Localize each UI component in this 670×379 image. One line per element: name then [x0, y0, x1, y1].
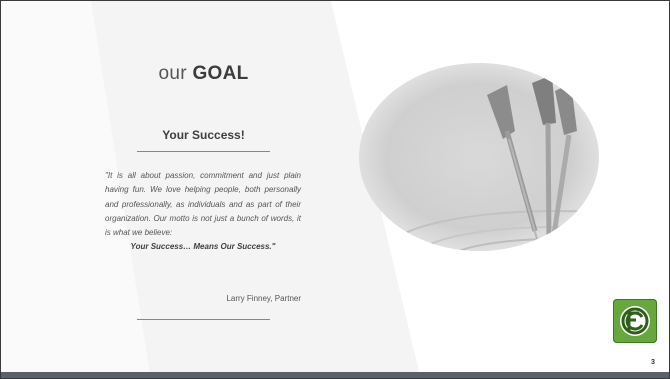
slide: our GOAL Your Success! "It is all about … [0, 0, 670, 379]
quote-block: "It is all about passion, commitment and… [105, 169, 301, 255]
quote-tagline: Your Success… Means Our Success." [130, 242, 276, 252]
divider-top [137, 151, 270, 152]
page-title: our GOAL [101, 63, 306, 85]
fc-logo-icon [613, 299, 657, 343]
subtitle: Your Success! [162, 128, 245, 142]
bottom-bar [1, 372, 669, 378]
darts-photo [359, 63, 599, 251]
page-number: 3 [651, 359, 655, 366]
title-bold-text: GOAL [192, 63, 249, 84]
title-light-text: our [158, 63, 187, 84]
quote-text: "It is all about passion, commitment and… [105, 171, 301, 238]
divider-bottom [137, 319, 270, 320]
quote-attribution: Larry Finney, Partner [226, 294, 301, 303]
